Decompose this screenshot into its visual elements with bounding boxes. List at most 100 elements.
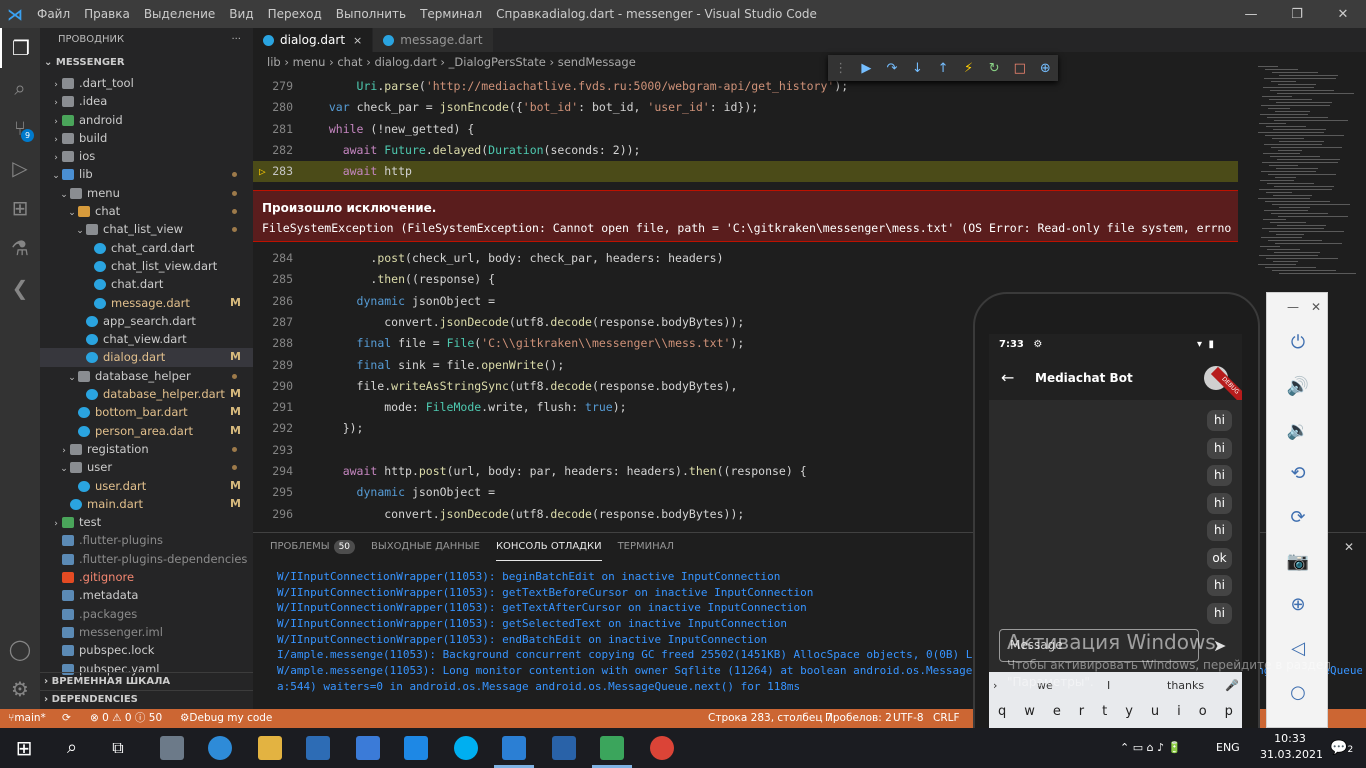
key-u[interactable]: u xyxy=(1151,704,1159,719)
settings-gear-icon[interactable]: ⚙ xyxy=(0,669,40,709)
skype-icon[interactable] xyxy=(454,736,478,760)
tree-item[interactable]: › android xyxy=(40,111,253,129)
message-bubble[interactable]: hi xyxy=(1207,465,1232,486)
flutter-icon[interactable]: ❮ xyxy=(0,268,40,308)
source-control-icon[interactable]: ⑂ 9 xyxy=(0,108,40,148)
tree-item[interactable]: ⌄ chat_list_view xyxy=(40,220,253,238)
key-y[interactable]: y xyxy=(1125,704,1133,719)
panel-tab-1[interactable]: ВЫХОДНЫЕ ДАННЫЕ xyxy=(371,533,480,561)
more-actions-icon[interactable]: ··· xyxy=(231,28,241,52)
key-e[interactable]: e xyxy=(1053,704,1061,719)
taskbar-search-icon[interactable]: ⌕ xyxy=(60,736,84,760)
close-tab-icon[interactable]: × xyxy=(353,34,362,47)
volume-up-icon[interactable]: 🔊 xyxy=(1267,365,1329,409)
tree-item[interactable]: bottom_bar.dart M xyxy=(40,403,253,421)
menu-item-5[interactable]: Выполнить xyxy=(329,0,413,28)
inspect-widget-icon[interactable]: ⊕ xyxy=(1033,61,1059,76)
debug-config[interactable]: ⚙ Debug my code xyxy=(180,709,272,728)
tree-item[interactable]: .gitignore xyxy=(40,568,253,586)
hot-reload-icon[interactable]: ⚡ xyxy=(956,61,982,76)
tree-item[interactable]: .metadata xyxy=(40,586,253,604)
camera-icon[interactable]: 📷 xyxy=(1267,539,1329,583)
tree-item[interactable]: ⌄ database_helper xyxy=(40,367,253,385)
tab-0[interactable]: dialog.dart × xyxy=(253,28,374,52)
tree-item[interactable]: .flutter-plugins xyxy=(40,531,253,549)
tree-item[interactable]: › ios xyxy=(40,147,253,165)
extensions-icon[interactable]: ⊞ xyxy=(0,188,40,228)
emulator-screen[interactable]: 7:33 ⚙ ▾ ▮ ← Mediachat Bot DEBUG hi hi hi h… xyxy=(989,334,1242,768)
message-bubble[interactable]: hi xyxy=(1207,575,1232,596)
tree-item[interactable]: dialog.dart M xyxy=(40,348,253,367)
tree-item[interactable]: pubspec.lock xyxy=(40,641,253,659)
store-icon[interactable] xyxy=(356,736,380,760)
timeline-section[interactable]: › ВРЕМЕННАЯ ШКАЛА xyxy=(40,672,253,690)
tree-item[interactable]: › build xyxy=(40,129,253,147)
tree-item[interactable]: chat_view.dart xyxy=(40,330,253,348)
menu-item-2[interactable]: Выделение xyxy=(137,0,222,28)
close-window-icon[interactable]: ✕ xyxy=(1320,0,1366,28)
minimize-emulator-icon[interactable]: — xyxy=(1287,300,1299,314)
key-t[interactable]: t xyxy=(1102,704,1107,719)
tree-item[interactable]: ⌄ lib xyxy=(40,165,253,183)
key-r[interactable]: r xyxy=(1079,704,1084,719)
menu-item-6[interactable]: Терминал xyxy=(413,0,489,28)
cursor-position[interactable]: Строка 283, столбец 7 xyxy=(708,709,833,728)
tray-icons[interactable]: ⌃ ▭ ⌂ ♪ 🔋 xyxy=(1120,728,1181,768)
back-arrow-icon[interactable]: ← xyxy=(1001,356,1014,400)
tree-item[interactable]: ⌄ chat xyxy=(40,202,253,220)
key-p[interactable]: p xyxy=(1225,704,1233,719)
code-line[interactable]: 281 while (!new_getted) { xyxy=(253,119,1238,140)
zoom-icon[interactable]: ⊕ xyxy=(1267,583,1329,627)
line-ending[interactable]: CRLF xyxy=(933,709,960,728)
message-bubble[interactable]: hi xyxy=(1207,437,1232,459)
chrome-icon[interactable] xyxy=(650,736,674,760)
code-line[interactable]: 285 .then((response) { xyxy=(253,269,1238,290)
drag-handle-icon[interactable]: ⋮ xyxy=(828,61,854,76)
tree-item[interactable]: messenger.iml xyxy=(40,623,253,641)
step-into-icon[interactable]: ↓ xyxy=(905,61,931,76)
tree-item[interactable]: chat_card.dart xyxy=(40,239,253,257)
power-icon[interactable]: ⏻ xyxy=(1267,321,1329,365)
keyboard-expand-icon[interactable]: › xyxy=(993,672,997,700)
task-view-icon[interactable]: ⧉ xyxy=(106,736,130,760)
tree-item[interactable]: user.dart M xyxy=(40,477,253,495)
windows-start-icon[interactable]: ⊞ xyxy=(12,736,36,760)
message-list[interactable]: hi hi hi hi hi ok hi hi xyxy=(989,400,1242,624)
message-bubble[interactable]: hi xyxy=(1207,492,1232,514)
testing-icon[interactable]: ⚗ xyxy=(0,228,40,268)
restart-icon[interactable]: ↻ xyxy=(981,61,1007,76)
indentation[interactable]: Пробелов: 2 xyxy=(825,709,892,728)
problems-indicator[interactable]: ⊗ 0 ⚠ 0 ⓘ 50 xyxy=(90,709,162,728)
rotate-left-icon[interactable]: ⟲ xyxy=(1267,452,1329,496)
camera-app-icon[interactable] xyxy=(160,736,184,760)
tree-item[interactable]: › test xyxy=(40,513,253,531)
restore-icon[interactable]: ❐ xyxy=(1274,0,1320,28)
close-panel-icon[interactable]: ✕ xyxy=(1344,540,1354,554)
menu-item-3[interactable]: Вид xyxy=(222,0,260,28)
tree-item[interactable]: person_area.dart M xyxy=(40,422,253,440)
code-line[interactable]: 279 Uri.parse('http://mediachatlive.fvds… xyxy=(253,76,1238,97)
message-bubble[interactable]: ok xyxy=(1207,547,1232,569)
panel-tab-2[interactable]: КОНСОЛЬ ОТЛАДКИ xyxy=(495,533,602,561)
menu-item-4[interactable]: Переход xyxy=(261,0,329,28)
workspace-section[interactable]: ⌄ MESSENGER xyxy=(40,52,253,74)
step-over-icon[interactable]: ↷ xyxy=(879,61,905,76)
mail-icon[interactable] xyxy=(404,736,428,760)
panel-tab-3[interactable]: ТЕРМИНАЛ xyxy=(618,533,674,561)
branch-indicator[interactable]: ⑂ main* xyxy=(8,709,46,728)
code-line[interactable]: 280 var check_par = jsonEncode({'bot_id'… xyxy=(253,97,1238,118)
tree-item[interactable]: app_search.dart xyxy=(40,312,253,330)
tree-item[interactable]: .packages xyxy=(40,605,253,623)
code-line[interactable]: 283 await http ▷ xyxy=(253,161,1238,183)
notifications-icon[interactable]: 💬2 xyxy=(1330,728,1353,768)
menu-item-1[interactable]: Правка xyxy=(77,0,137,28)
message-bubble[interactable]: hi xyxy=(1207,410,1232,431)
run-debug-icon[interactable]: ▷ xyxy=(0,148,40,188)
tree-item[interactable]: › .dart_tool xyxy=(40,74,253,92)
tree-item[interactable]: chat.dart xyxy=(40,275,253,293)
message-bubble[interactable]: hi xyxy=(1207,520,1232,541)
tree-item[interactable]: .flutter-plugins-dependencies xyxy=(40,550,253,568)
key-o[interactable]: o xyxy=(1199,704,1207,719)
continue-icon[interactable]: ▶ xyxy=(854,61,880,76)
vscode-taskbar-icon[interactable] xyxy=(502,736,526,760)
